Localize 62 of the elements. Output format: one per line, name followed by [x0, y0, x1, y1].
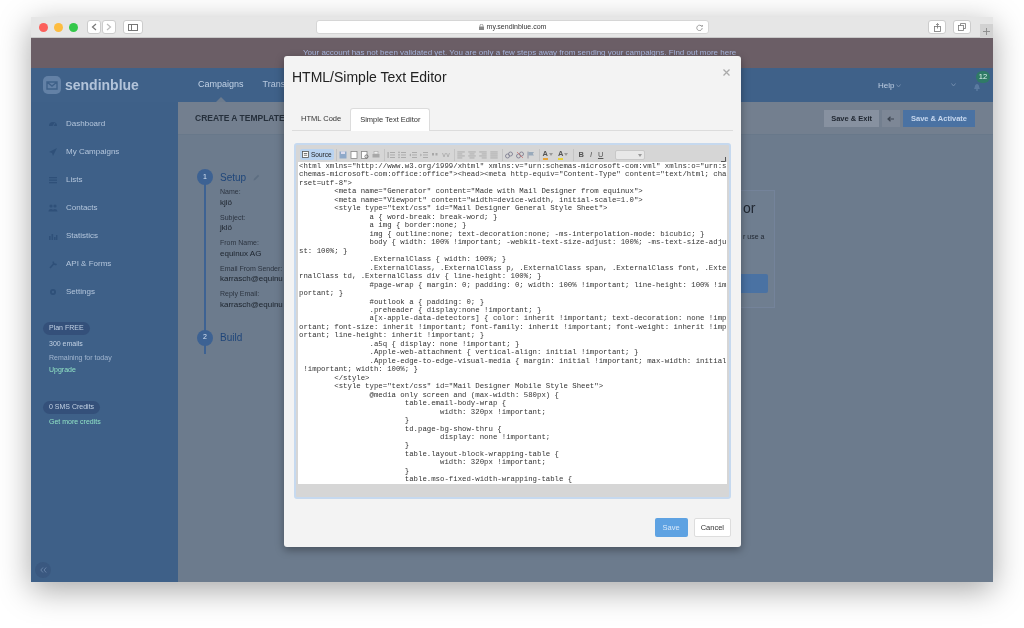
indent-icon[interactable]: [419, 150, 428, 159]
printer-icon[interactable]: [371, 150, 380, 159]
sidebar-toggle-button[interactable]: [123, 20, 143, 34]
sidebar-item[interactable]: My Campaigns: [66, 146, 120, 158]
step-title: Build: [220, 331, 243, 345]
help-menu[interactable]: Help: [878, 80, 895, 92]
document-icon: [302, 151, 309, 158]
arrow-left-icon: [887, 115, 895, 122]
card-button[interactable]: [741, 273, 768, 293]
sidebar-item[interactable]: Statistics: [66, 230, 98, 242]
card-heading: or: [742, 200, 757, 216]
field-value: equinux AG: [220, 248, 262, 259]
plus-icon: [983, 27, 990, 35]
preview-icon[interactable]: [360, 150, 369, 159]
chevron-down-icon: [896, 84, 902, 88]
step-title: Setup: [220, 170, 247, 185]
outdent-icon[interactable]: [408, 150, 417, 159]
nav-tab[interactable]: Trans: [262, 68, 286, 102]
sidebar-item[interactable]: Lists: [66, 174, 83, 186]
caret-icon: [564, 153, 569, 156]
modal-title: HTML/Simple Text Editor: [292, 67, 447, 87]
save-icon[interactable]: [338, 150, 347, 159]
sidebar-item[interactable]: Settings: [66, 286, 95, 298]
resize-handle-icon[interactable]: [721, 157, 726, 162]
back-button[interactable]: [87, 20, 101, 34]
field-value: jklö: [220, 223, 232, 233]
sidebar-item[interactable]: Contacts: [66, 202, 98, 214]
double-chevron-left-icon: [39, 567, 47, 573]
style-dropdown[interactable]: [615, 149, 646, 160]
caret-icon: [638, 153, 643, 157]
flag-icon[interactable]: [526, 150, 535, 159]
sidebar-item[interactable]: Dashboard: [66, 118, 106, 130]
tabs-icon: [958, 23, 966, 31]
tab-overview-button[interactable]: [953, 20, 971, 34]
bullet-list-icon[interactable]: [397, 150, 406, 159]
quote-icon[interactable]: [430, 150, 439, 159]
sidebar-item[interactable]: API & Forms: [66, 258, 112, 270]
link-icon[interactable]: [504, 150, 513, 159]
lock-icon: [478, 24, 484, 30]
share-button[interactable]: [928, 20, 946, 34]
caret-icon: [549, 153, 554, 156]
close-icon[interactable]: [723, 69, 730, 76]
bell-icon[interactable]: [973, 82, 981, 91]
sidebar-icon: [128, 23, 138, 31]
page-icon[interactable]: [349, 150, 358, 159]
forward-icon: [106, 23, 112, 31]
field-value: karrasch@equinu: [220, 274, 283, 284]
numbered-list-icon[interactable]: [386, 150, 395, 159]
forward-button[interactable]: [102, 20, 116, 34]
back-arrow-button[interactable]: [882, 110, 900, 127]
share-icon: [933, 22, 941, 32]
reload-icon[interactable]: [696, 24, 703, 31]
envelope-logo-icon: [43, 76, 61, 94]
logo-text: sendinblue: [65, 75, 139, 95]
collapse-button[interactable]: [35, 562, 51, 578]
chevron-down-icon[interactable]: [951, 83, 956, 87]
field-value: kjlö: [220, 197, 232, 208]
unlink-icon[interactable]: [515, 150, 524, 159]
back-icon: [91, 23, 97, 31]
page-title: CREATE A TEMPLATE: [195, 111, 285, 125]
field-value: karrasch@equinu: [220, 299, 283, 310]
new-tab-button[interactable]: [980, 24, 993, 38]
